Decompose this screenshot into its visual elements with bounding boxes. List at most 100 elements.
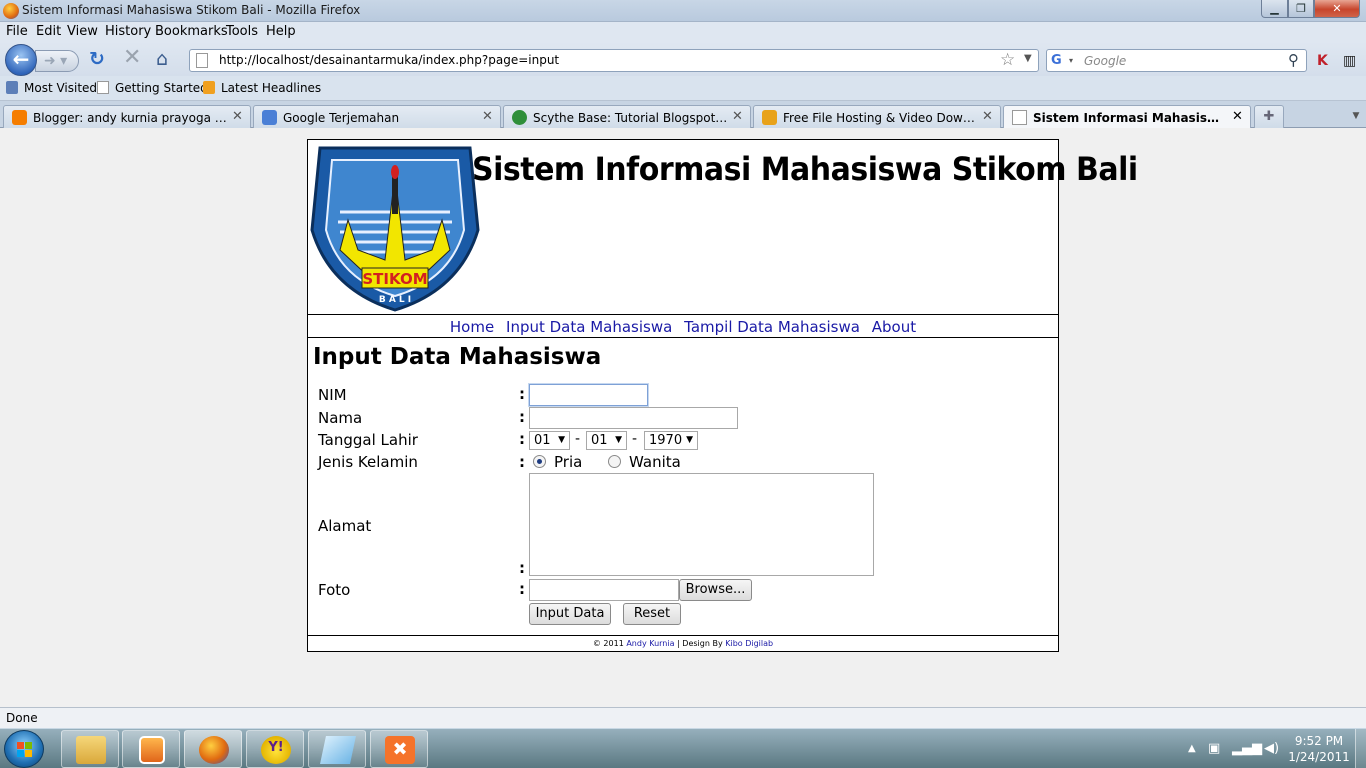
dropdown-arrow-icon: ▼ [686,435,693,445]
alamat-textarea[interactable] [529,473,874,576]
close-tab-icon[interactable]: ✕ [232,109,243,124]
home-icon[interactable]: ⌂ [156,50,168,69]
taskbar-explorer[interactable] [61,730,119,768]
action-center-icon[interactable]: ▣ [1208,741,1220,756]
reload-icon[interactable]: ↻ [89,50,105,69]
show-hidden-icons-icon[interactable]: ▲ [1188,743,1196,754]
footer-copyright: © 2011 [592,639,624,648]
browse-button[interactable]: Browse... [679,579,752,601]
nim-input[interactable] [529,384,648,406]
start-button[interactable] [4,730,44,768]
footer-design-by: Design By [682,639,723,648]
tab-google-terjemahan[interactable]: Google Terjemahan ✕ [253,105,501,129]
search-icon[interactable]: ⚲ [1288,51,1299,69]
footer-designer-link[interactable]: Kibo Digilab [725,639,773,648]
notepad-icon [320,736,356,764]
day-select[interactable]: 01 ▼ [529,431,570,450]
date-separator: - [632,431,638,447]
colon: : [519,430,525,448]
bookmark-latest-headlines[interactable]: Latest Headlines [203,81,321,95]
page-icon [196,53,208,68]
colon: : [519,559,525,577]
menu-help[interactable]: Help [266,24,296,39]
explorer-icon [76,736,106,764]
window-title: Sistem Informasi Mahasiswa Stikom Bali -… [22,3,361,17]
tab-list-icon[interactable]: ▼ [1346,105,1366,128]
nama-input[interactable] [529,407,738,429]
tab-blogger[interactable]: Blogger: andy kurnia prayoga - kibo... ✕ [3,105,251,129]
tab-scythe-base[interactable]: Scythe Base: Tutorial Blogspot : Car... … [503,105,751,129]
month-value: 01 [591,433,608,448]
month-select[interactable]: 01 ▼ [586,431,627,450]
menu-tools[interactable]: Tools [226,24,258,39]
bookmark-star-icon[interactable]: ☆ [1000,50,1015,70]
translate-icon [262,110,277,125]
page-icon [1012,110,1027,125]
nim-label: NIM [318,386,347,404]
bookmark-most-visited[interactable]: Most Visited [6,81,97,95]
minimize-button[interactable]: ▁ [1261,0,1288,18]
addon-k-icon[interactable]: K [1317,52,1328,71]
close-tab-icon[interactable]: ✕ [482,109,493,124]
year-select[interactable]: 1970 ▼ [644,431,698,450]
url-dropdown-icon[interactable]: ▼ [1024,53,1032,64]
site-header: STIKOM B A L I Sistem Informasi Mahasisw… [308,140,1138,315]
alamat-label: Alamat [318,517,372,535]
google-icon[interactable]: G [1051,53,1062,68]
close-tab-icon[interactable]: ✕ [982,109,993,124]
foto-file-input[interactable] [529,579,679,601]
clock[interactable]: 9:52 PM 1/24/2011 [1288,733,1350,765]
search-box[interactable]: G ▾ Google ⚲ [1046,49,1307,72]
forward-button[interactable]: ➜ ▾ [35,50,79,72]
taskbar-media-player[interactable] [122,730,180,768]
menu-file[interactable]: File [6,24,28,39]
nav-home[interactable]: Home [450,318,494,336]
dropdown-arrow-icon: ▼ [558,435,565,445]
rss-icon [203,81,215,94]
engine-dropdown-icon[interactable]: ▾ [1069,56,1073,65]
footer-author-link[interactable]: Andy Kurnia [626,639,674,648]
nav-tampil-data-mahasiswa[interactable]: Tampil Data Mahasiswa [684,318,860,336]
tab-label: Blogger: andy kurnia prayoga - kibo... [33,111,229,125]
menu-bookmarks[interactable]: Bookmarks [155,24,228,39]
menu-history[interactable]: History [105,24,151,39]
navigation-toolbar: ➜ ▾ ← ↻ ✕ ⌂ http://localhost/desainantar… [0,42,1366,76]
tab-label: Sistem Informasi Mahasiswa Stik... [1033,111,1229,125]
nav-input-data-mahasiswa[interactable]: Input Data Mahasiswa [506,318,672,336]
tab-free-file-hosting[interactable]: Free File Hosting & Video Downloa... ✕ [753,105,1001,129]
taskbar-firefox[interactable] [184,730,242,768]
menu-edit[interactable]: Edit [36,24,61,39]
menu-view[interactable]: View [67,24,98,39]
maximize-button[interactable]: ❐ [1288,0,1314,18]
volume-icon[interactable]: ◀) [1264,741,1279,756]
close-tab-icon[interactable]: ✕ [732,109,743,124]
stop-icon[interactable]: ✕ [123,47,141,69]
close-tab-icon[interactable]: ✕ [1232,109,1243,124]
gender-wanita-label: Wanita [629,453,681,471]
taskbar-yahoo-messenger[interactable]: Y! [246,730,304,768]
network-icon[interactable]: ▂▄▆ [1232,741,1262,756]
blogger-icon [12,110,27,125]
page-container: STIKOM B A L I Sistem Informasi Mahasisw… [307,139,1138,652]
nav-about[interactable]: About [872,318,916,336]
search-placeholder: Google [1084,54,1127,68]
gender-wanita-radio[interactable] [608,455,621,468]
bookmark-getting-started[interactable]: Getting Started [97,81,208,95]
stikom-logo: STIKOM B A L I [310,146,480,312]
addon-bar-icon[interactable]: ▥ [1343,52,1356,71]
back-button[interactable]: ← [5,44,37,76]
input-data-button[interactable]: Input Data [529,603,611,625]
gender-pria-label: Pria [554,453,583,471]
tanggal-lahir-label: Tanggal Lahir [318,431,418,449]
taskbar-xampp[interactable]: ✖ [370,730,428,768]
gender-pria-radio[interactable] [533,455,546,468]
url-bar[interactable]: http://localhost/desainantarmuka/index.p… [189,49,1039,72]
tab-sistem-informasi[interactable]: Sistem Informasi Mahasiswa Stik... ✕ [1003,105,1251,129]
new-tab-button[interactable]: ✚ [1254,105,1284,128]
taskbar-notepad[interactable] [308,730,366,768]
close-button[interactable]: ✕ [1314,0,1360,18]
show-desktop-button[interactable] [1355,729,1366,768]
reset-button[interactable]: Reset [623,603,681,625]
lightning-icon [762,110,777,125]
bookmark-label: Getting Started [115,81,208,95]
